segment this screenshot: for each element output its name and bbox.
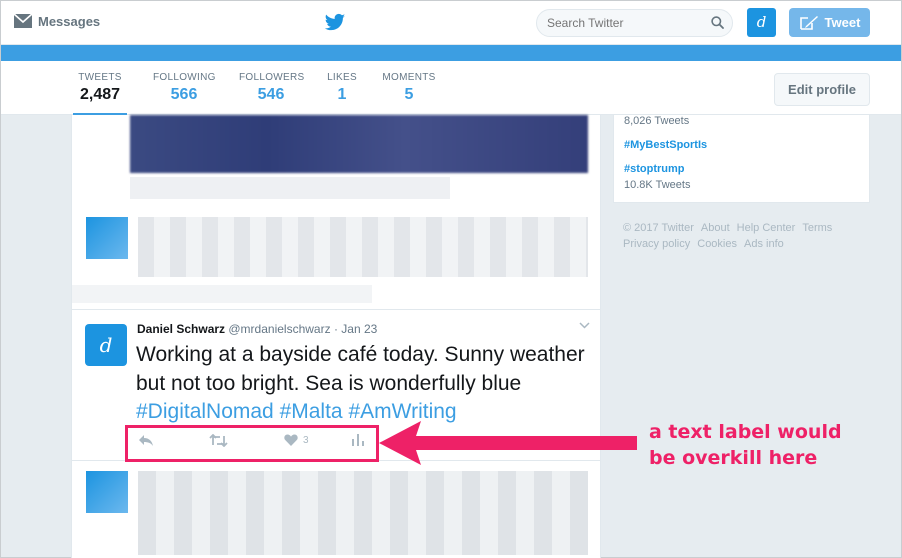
stat-label: MOMENTS [382, 72, 436, 83]
blurred-text [138, 217, 588, 277]
footer-link-terms[interactable]: Terms [802, 222, 832, 234]
stat-label: FOLLOWING [153, 72, 216, 83]
blurred-text [72, 285, 372, 303]
stat-label: TWEETS [78, 72, 122, 83]
profile-banner [1, 45, 901, 61]
search-input[interactable] [547, 16, 707, 30]
tweet-text-plain: Working at a bayside café today. Sunny w… [136, 343, 585, 395]
blurred-text [138, 471, 588, 555]
trend-count: 8,026 Tweets [624, 115, 690, 127]
search-icon[interactable] [711, 16, 724, 29]
tweet-avatar[interactable]: d [85, 324, 127, 366]
blurred-text [130, 177, 450, 199]
annotation-highlight-box [125, 425, 379, 462]
top-nav: Messages d Tweet [1, 1, 901, 45]
stat-following[interactable]: FOLLOWING 566 [153, 72, 215, 104]
hashtag-link[interactable]: #Malta [280, 400, 343, 423]
user-avatar[interactable]: d [747, 8, 776, 37]
twitter-bird-icon[interactable] [324, 13, 346, 33]
tweet-author-name[interactable]: Daniel Schwarz [137, 322, 225, 336]
compose-icon [799, 15, 818, 30]
stat-value: 566 [170, 86, 198, 103]
trend-count: 10.8K Tweets [624, 179, 691, 191]
search-box[interactable] [536, 9, 733, 37]
footer-link-ads[interactable]: Ads info [744, 238, 784, 250]
messages-label: Messages [38, 13, 101, 29]
envelope-icon [13, 13, 33, 28]
blurred-avatar [86, 217, 128, 259]
footer-links: © 2017 Twitter About Help Center Terms Priv… [623, 220, 868, 252]
footer-link-about[interactable]: About [701, 222, 730, 234]
blurred-image [130, 115, 588, 173]
tweet-date[interactable]: · Jan 23 [334, 322, 377, 336]
stat-likes[interactable]: LIKES 1 [327, 72, 357, 104]
profile-nav: TWEETS 2,487 FOLLOWING 566 FOLLOWERS 546… [1, 61, 901, 116]
footer-link-privacy[interactable]: Privacy policy [623, 238, 690, 250]
stat-label: FOLLOWERS [239, 72, 305, 83]
trend-link[interactable]: #stoptrump [624, 163, 685, 175]
trends-panel: 8,026 Tweets #MyBestSportIs #stoptrump 1… [613, 115, 870, 203]
tweet-author-handle[interactable]: @mrdanielschwarz [228, 322, 330, 336]
trend-link[interactable]: #MyBestSportIs [624, 139, 707, 151]
annotation-arrow-icon [379, 421, 637, 465]
hashtag-link[interactable]: #DigitalNomad [136, 400, 274, 423]
stat-moments[interactable]: MOMENTS 5 [382, 72, 436, 104]
tweet-text: Working at a bayside café today. Sunny w… [136, 341, 596, 427]
blurred-avatar [86, 471, 128, 513]
stat-followers[interactable]: FOLLOWERS 546 [239, 72, 305, 104]
chevron-down-icon[interactable] [579, 322, 590, 329]
tweet-button[interactable]: Tweet [789, 8, 870, 37]
annotation-callout: a text label would be overkill here [649, 419, 842, 471]
annotation-line-2: be overkill here [649, 447, 818, 469]
messages-nav[interactable]: Messages [13, 13, 100, 29]
footer-copyright: © 2017 Twitter [623, 222, 694, 234]
stat-label: LIKES [327, 72, 357, 83]
tweet-header: Daniel Schwarz @mrdanielschwarz · Jan 23 [137, 322, 377, 336]
stat-value: 546 [257, 86, 285, 103]
tweet-button-label: Tweet [824, 15, 861, 30]
footer-link-help[interactable]: Help Center [737, 222, 796, 234]
annotation-line-1: a text label would [649, 421, 842, 443]
stat-tweets[interactable]: TWEETS 2,487 [73, 72, 127, 116]
footer-link-cookies[interactable]: Cookies [697, 238, 737, 250]
stat-value: 1 [337, 86, 347, 103]
edit-profile-button[interactable]: Edit profile [774, 73, 870, 106]
stat-value: 2,487 [79, 86, 121, 103]
stat-value: 5 [404, 86, 414, 103]
